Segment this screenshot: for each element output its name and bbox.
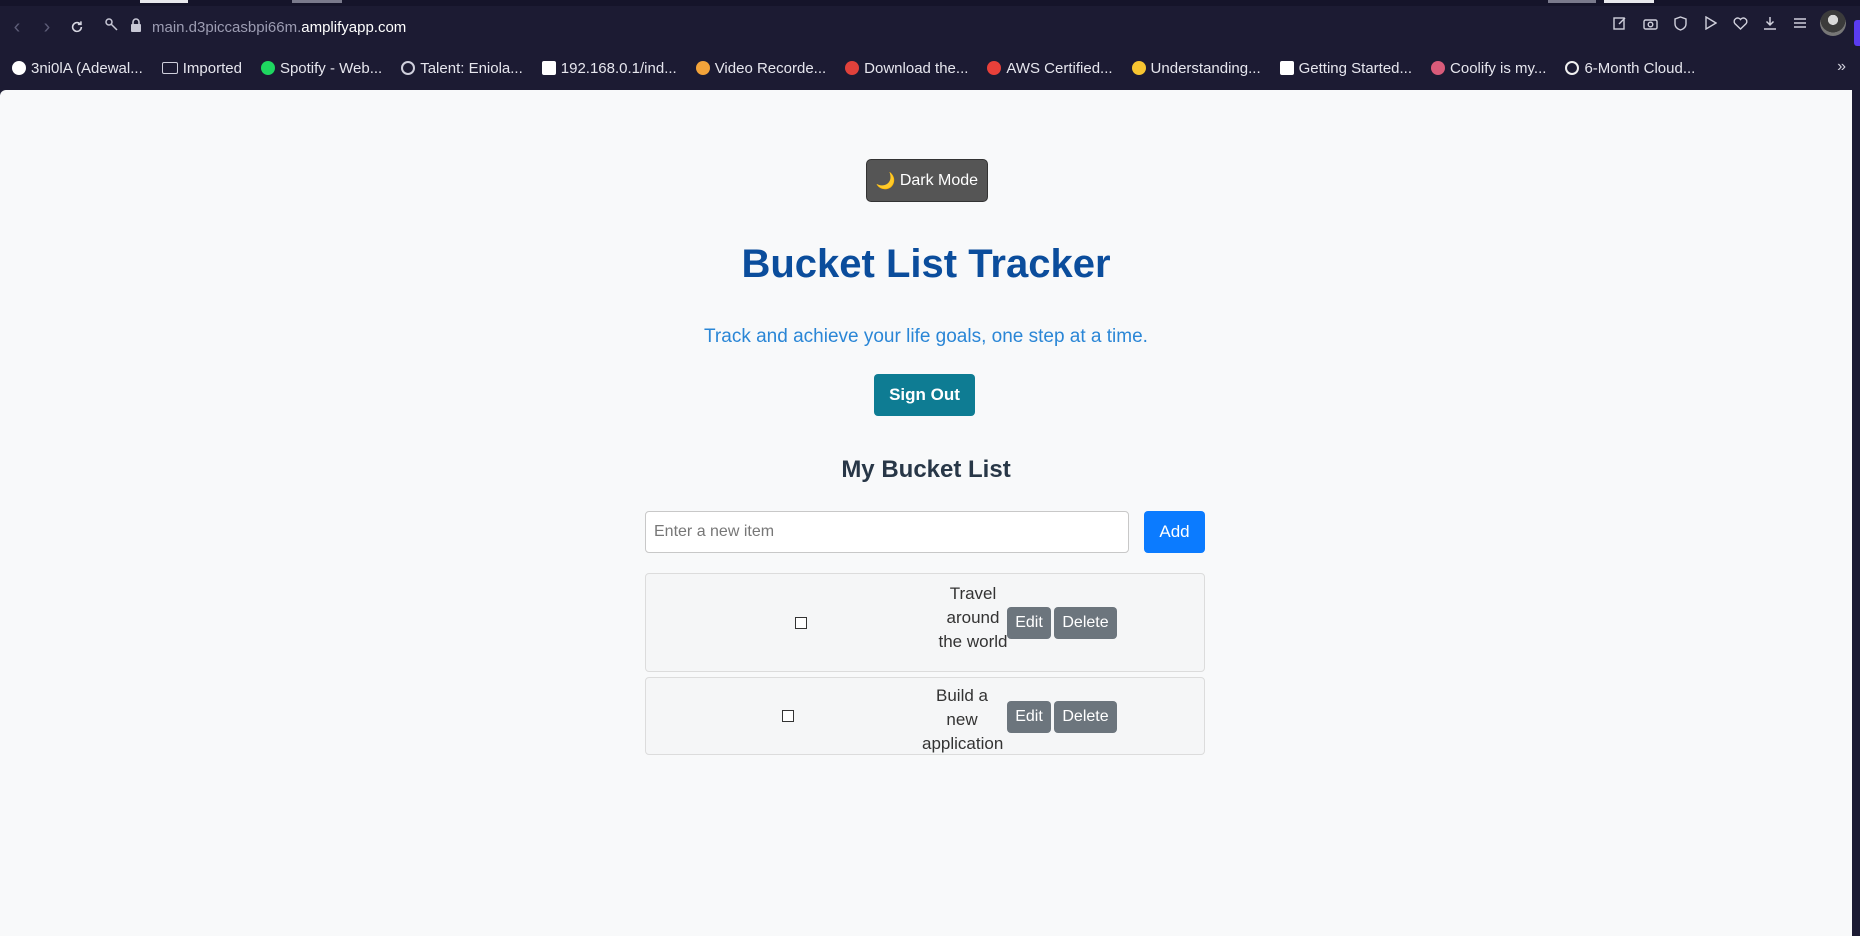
bookmark-item[interactable]: Video Recorde... <box>695 59 827 77</box>
bookmark-label: Coolify is my... <box>1450 59 1547 77</box>
edit-button[interactable]: Edit <box>1007 701 1051 733</box>
download-icon[interactable] <box>1760 13 1780 33</box>
router-icon <box>541 61 556 75</box>
item-checkbox[interactable] <box>795 617 807 629</box>
dark-mode-button[interactable]: 🌙 Dark Mode <box>866 159 988 202</box>
bookmarks-overflow-icon[interactable]: » <box>1837 58 1846 76</box>
sidebar-accent <box>1854 20 1860 46</box>
tab-indicator[interactable] <box>140 0 188 3</box>
bookmark-label: Getting Started... <box>1298 59 1413 77</box>
browser-toolbar: ‹ › main.d3piccasbpi66m.amplifyapp.com <box>0 6 1860 48</box>
play-icon[interactable] <box>1700 13 1720 33</box>
item-checkbox[interactable] <box>782 710 794 722</box>
bookmark-label: Talent: Eniola... <box>420 59 523 77</box>
list-heading: My Bucket List <box>841 456 1011 483</box>
menu-icon[interactable] <box>1790 13 1810 33</box>
page-subtitle: Track and achieve your life goals, one s… <box>704 326 1148 347</box>
site-settings-icon[interactable] <box>104 17 120 37</box>
moon-icon: 🌙 <box>875 172 896 190</box>
tab-indicator[interactable] <box>1604 0 1654 3</box>
bookmark-label: Imported <box>182 59 242 77</box>
page-viewport: 🌙 Dark Mode Bucket List Tracker Track an… <box>0 90 1852 936</box>
bookmark-label: 6-Month Cloud... <box>1584 59 1696 77</box>
url-text[interactable]: main.d3piccasbpi66m.amplifyapp.com <box>152 19 406 36</box>
heart-icon[interactable] <box>1730 13 1750 33</box>
sign-out-button[interactable]: Sign Out <box>874 374 975 416</box>
bookmark-item[interactable]: Coolify is my... <box>1431 60 1546 77</box>
store-icon <box>845 61 860 75</box>
item-text: Travel around the world <box>938 584 1008 651</box>
bookmark-item[interactable]: 192.168.0.1/ind... <box>541 59 677 77</box>
edit-page-icon[interactable] <box>1610 13 1630 33</box>
bookmark-item[interactable]: 3ni0lA (Adewal... <box>12 60 143 77</box>
bookmark-label: Spotify - Web... <box>279 59 383 77</box>
page-title: Bucket List Tracker <box>741 242 1111 286</box>
bookmark-item[interactable]: 6-Month Cloud... <box>1565 60 1695 77</box>
new-item-input[interactable] <box>645 511 1129 553</box>
bookmark-label: Video Recorde... <box>714 59 827 77</box>
bookmark-item[interactable]: AWS Certified... <box>987 59 1113 77</box>
circle-icon <box>1565 61 1580 75</box>
back-arrow-icon[interactable]: ‹ <box>2 12 32 42</box>
window-edge <box>1852 90 1860 936</box>
aws-icon <box>987 61 1002 75</box>
forward-arrow-icon[interactable]: › <box>32 12 62 42</box>
atom-icon <box>401 61 416 75</box>
profile-avatar[interactable] <box>1820 10 1846 36</box>
bookmark-item[interactable]: Getting Started... <box>1279 59 1413 77</box>
browser-chrome: ‹ › main.d3piccasbpi66m.amplifyapp.com 3… <box>0 0 1860 90</box>
bookmark-label: AWS Certified... <box>1006 59 1113 77</box>
folder-icon <box>161 62 178 74</box>
bookmark-item[interactable]: Talent: Eniola... <box>401 60 523 77</box>
tab-indicator[interactable] <box>292 0 342 3</box>
reload-icon[interactable] <box>62 12 92 42</box>
delete-button[interactable]: Delete <box>1054 607 1117 639</box>
tab-indicator[interactable] <box>1548 0 1596 3</box>
bookmark-label: Download the... <box>864 59 969 77</box>
camera-icon[interactable] <box>1640 13 1660 33</box>
bookmark-item[interactable]: Imported <box>161 59 242 77</box>
url-prefix: main.d3piccasbpi66m. <box>152 18 302 36</box>
bookmark-item[interactable]: Download the... <box>845 60 968 77</box>
delete-button[interactable]: Delete <box>1054 701 1117 733</box>
address-bar[interactable]: main.d3piccasbpi66m.amplifyapp.com <box>104 12 406 42</box>
recorder-icon <box>695 61 710 75</box>
list-item: Build a new application Edit Delete <box>645 677 1205 755</box>
github-icon <box>12 61 26 75</box>
bookmark-label: 3ni0lA (Adewal... <box>31 59 143 77</box>
medium-icon <box>1279 61 1294 75</box>
toolbar-actions <box>1610 10 1846 36</box>
item-text: Build a new application <box>922 686 1004 753</box>
shield-icon[interactable] <box>1670 13 1690 33</box>
list-item: Travel around the world Edit Delete <box>645 573 1205 672</box>
bookmark-item[interactable]: Spotify - Web... <box>260 59 383 77</box>
spotify-icon <box>260 61 275 75</box>
bookmark-label: Understanding... <box>1150 59 1261 77</box>
lock-icon <box>130 18 142 36</box>
bookmark-label: 192.168.0.1/ind... <box>560 59 677 77</box>
emoji-icon <box>1131 61 1146 75</box>
bookmarks-bar: 3ni0lA (Adewal... Imported Spotify - Web..… <box>0 52 1860 84</box>
add-button[interactable]: Add <box>1144 511 1205 553</box>
coolify-icon <box>1431 61 1446 75</box>
url-host: amplifyapp.com <box>301 18 407 36</box>
edit-button[interactable]: Edit <box>1007 607 1051 639</box>
bookmark-item[interactable]: Understanding... <box>1131 59 1261 77</box>
dark-mode-label: Dark Mode <box>899 171 979 189</box>
